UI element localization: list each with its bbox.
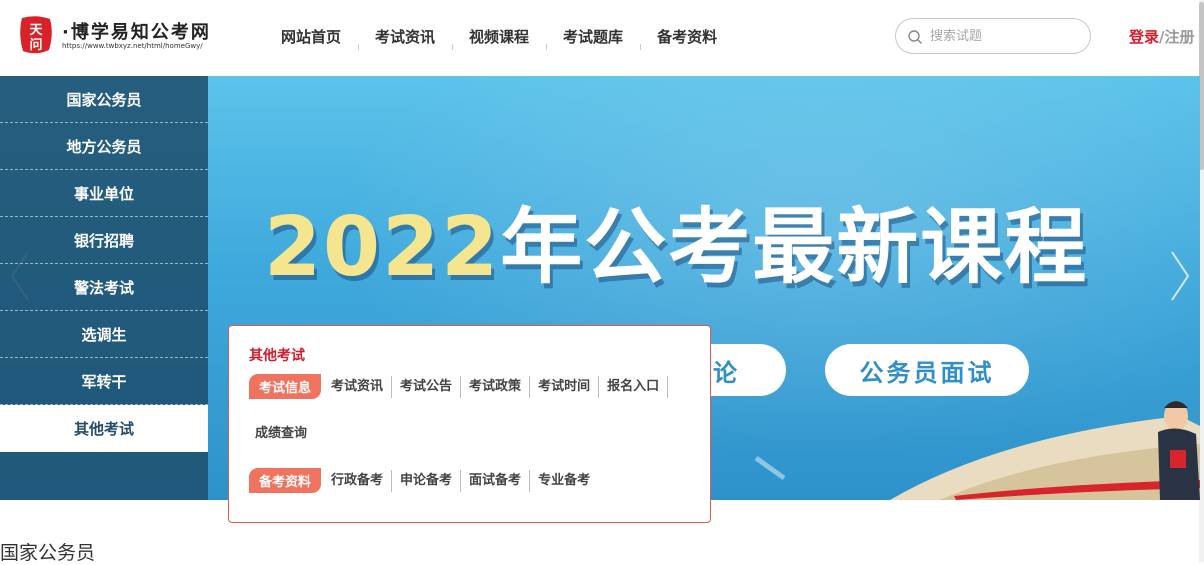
- main-nav: 网站首页 考试资讯 视频课程 考试题库 备考资料: [264, 22, 734, 50]
- link-admin-prep[interactable]: 行政备考: [323, 469, 393, 492]
- banner-year: 2022: [264, 200, 501, 295]
- section-title: 国家公务员: [0, 542, 96, 564]
- sidebar-item-bank-recruitment[interactable]: 银行招聘: [0, 217, 208, 264]
- sidebar-item-local-civil-servant[interactable]: 地方公务员: [0, 123, 208, 170]
- banner-headline: 2022年公考最新课程: [264, 180, 1088, 299]
- logo-seal-icon: 天 问: [20, 16, 52, 54]
- nav-prep-materials[interactable]: 备考资料: [640, 22, 734, 50]
- nav-home[interactable]: 网站首页: [264, 22, 358, 50]
- sidebar-item-national-civil-servant[interactable]: 国家公务员: [0, 76, 208, 123]
- link-exam-policy[interactable]: 考试政策: [461, 375, 531, 398]
- search-icon[interactable]: [907, 29, 923, 45]
- sidebar-item-military-transfer[interactable]: 军转干: [0, 358, 208, 405]
- logo-url: https://www.twbxyz.net/html/homeGwy/: [62, 42, 203, 50]
- link-exam-news[interactable]: 考试资讯: [323, 375, 393, 398]
- category-sidebar: 国家公务员 地方公务员 事业单位 银行招聘 警法考试 选调生 军转干 其他考试: [0, 76, 208, 500]
- sidebar-item-other-exams[interactable]: 其他考试: [0, 405, 208, 452]
- link-score-lookup[interactable]: 成绩查询: [247, 423, 315, 445]
- register-link[interactable]: 注册: [1165, 28, 1195, 46]
- prep-materials-row: 备考资料 行政备考 申论备考 面试备考 专业备考: [249, 468, 699, 493]
- link-essay-prep[interactable]: 申论备考: [392, 469, 462, 492]
- logo-name: ·博学易知公考网: [62, 22, 211, 43]
- sidebar-item-police-law-exam[interactable]: 警法考试: [0, 264, 208, 311]
- banner-title: 年公考最新课程: [500, 200, 1089, 295]
- chevron-right-icon[interactable]: [1168, 248, 1192, 304]
- exam-info-row: 考试信息 考试资讯 考试公告 考试政策 考试时间 报名入口 成绩查询: [249, 374, 699, 445]
- site-header: 天 问 ·博学易知公考网 https://www.twbxyz.net/html…: [0, 0, 1204, 76]
- prep-materials-tag: 备考资料: [249, 468, 322, 493]
- flyout-title: 其他考试: [249, 348, 305, 364]
- nav-video-courses[interactable]: 视频课程: [452, 22, 546, 50]
- link-interview-prep[interactable]: 面试备考: [461, 469, 531, 492]
- login-link[interactable]: 登录: [1129, 28, 1159, 46]
- nav-exam-news[interactable]: 考试资讯: [358, 22, 452, 50]
- sidebar-item-selected-graduates[interactable]: 选调生: [0, 311, 208, 358]
- site-logo[interactable]: 天 问 ·博学易知公考网 https://www.twbxyz.net/html…: [16, 14, 216, 58]
- auth-links: 登录/注册: [1129, 26, 1195, 47]
- link-professional-prep[interactable]: 专业备考: [530, 470, 598, 492]
- svg-text:天: 天: [29, 23, 43, 38]
- link-exam-schedule[interactable]: 考试时间: [530, 375, 600, 398]
- banner-book-illustration: [754, 401, 1200, 500]
- link-exam-announcements[interactable]: 考试公告: [392, 375, 462, 398]
- nav-question-bank[interactable]: 考试题库: [546, 22, 640, 50]
- exam-info-tag: 考试信息: [249, 374, 322, 399]
- other-exams-flyout: 其他考试 考试信息 考试资讯 考试公告 考试政策 考试时间 报名入口 成绩查询 …: [228, 325, 711, 523]
- search-input[interactable]: [930, 25, 1080, 47]
- search-box[interactable]: [895, 18, 1091, 54]
- sidebar-item-public-institution[interactable]: 事业单位: [0, 170, 208, 217]
- link-registration-entry[interactable]: 报名入口: [599, 375, 669, 398]
- svg-text:问: 问: [29, 37, 42, 53]
